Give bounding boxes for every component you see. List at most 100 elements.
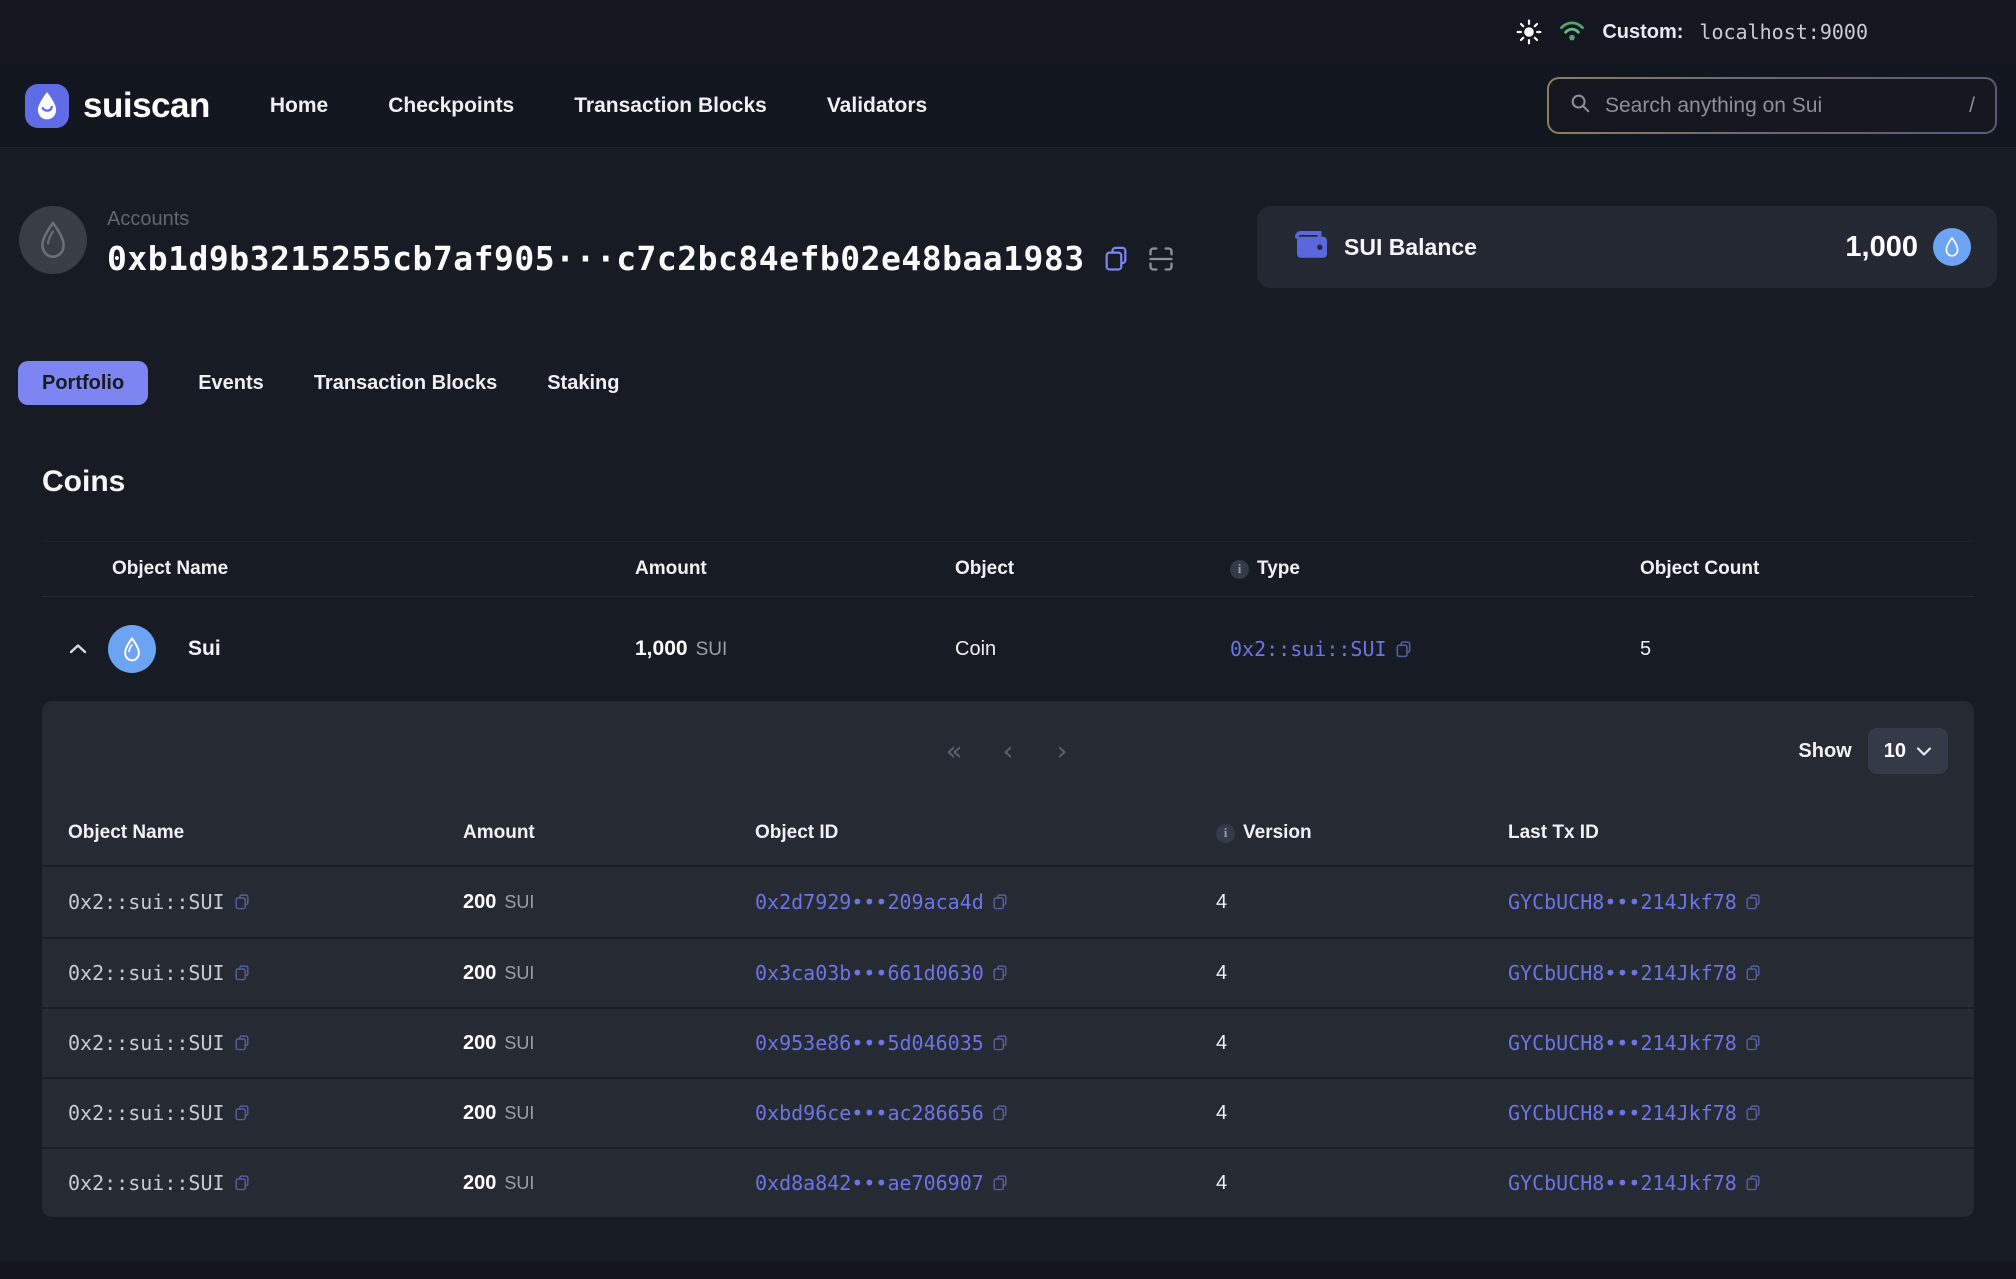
col-amount: Amount: [463, 822, 755, 844]
version-cell: 4: [1216, 962, 1508, 985]
suiscan-logo-icon: [25, 84, 69, 128]
show-label: Show: [1798, 740, 1851, 763]
sui-token-icon: [108, 625, 156, 673]
coin-object-kind: Coin: [955, 638, 1230, 661]
col-last-tx-id: Last Tx ID: [1508, 822, 1948, 844]
object-row: 0x2::sui::SUI 200SUI 0x2d7929•••209aca4d…: [42, 867, 1974, 937]
coin-object-count: 5: [1640, 638, 1974, 661]
col-object-id: Object ID: [755, 822, 1216, 844]
col-object-name: Object Name: [68, 822, 463, 844]
version-cell: 4: [1216, 891, 1508, 914]
network-endpoint[interactable]: localhost:9000: [1699, 20, 1868, 44]
pagination-prev-button[interactable]: ‹: [996, 736, 1020, 767]
tab-staking[interactable]: Staking: [547, 361, 619, 405]
objects-table-header: Object Name Amount Object ID i Version L…: [42, 801, 1974, 867]
wallet-icon: [1292, 227, 1332, 268]
copy-icon: [992, 1174, 1008, 1192]
copy-icon: [234, 1104, 250, 1122]
network-mode-label: Custom:: [1602, 21, 1683, 44]
pagination-bar: « ‹ › Show 10: [42, 701, 1974, 801]
object-name-cell[interactable]: 0x2::sui::SUI: [68, 1031, 463, 1055]
coin-amount-unit: SUI: [696, 639, 728, 660]
coin-row-sui[interactable]: Sui 1,000 SUI Coin 0x2::sui::SUI 5: [42, 597, 1974, 701]
amount-cell: 200: [463, 1102, 496, 1124]
last-tx-link[interactable]: GYCbUCH8•••214Jkf78: [1508, 1171, 1948, 1195]
coin-objects-panel: « ‹ › Show 10 Object Name Amount Object …: [42, 701, 1974, 1217]
coin-name: Sui: [188, 637, 221, 661]
col-object-count: Object Count: [1640, 558, 1974, 580]
object-id-link[interactable]: 0x3ca03b•••661d0630: [755, 961, 1216, 985]
object-name-cell[interactable]: 0x2::sui::SUI: [68, 961, 463, 985]
last-tx-link[interactable]: GYCbUCH8•••214Jkf78: [1508, 890, 1948, 914]
search-shortcut-hint: /: [1969, 94, 1975, 118]
object-id-link[interactable]: 0x953e86•••5d046035: [755, 1031, 1216, 1055]
copy-icon: [234, 964, 250, 982]
copy-icon: [992, 1034, 1008, 1052]
nav-item-home[interactable]: Home: [270, 94, 328, 118]
tab-portfolio[interactable]: Portfolio: [18, 361, 148, 405]
account-address[interactable]: 0xb1d9b3215255cb7af905···c7c2bc84efb02e4…: [107, 239, 1085, 278]
object-id-link[interactable]: 0x2d7929•••209aca4d: [755, 890, 1216, 914]
object-name-cell[interactable]: 0x2::sui::SUI: [68, 1101, 463, 1125]
account-avatar-drop-icon: [19, 206, 87, 274]
version-info-icon[interactable]: i: [1216, 824, 1235, 843]
account-block: Accounts 0xb1d9b3215255cb7af905···c7c2bc…: [19, 206, 1175, 278]
network-status-wifi-icon[interactable]: [1558, 17, 1586, 48]
object-name-cell[interactable]: 0x2::sui::SUI: [68, 1171, 463, 1195]
pagination-next-button[interactable]: ›: [1050, 736, 1074, 767]
copy-icon: [1745, 893, 1761, 911]
object-row: 0x2::sui::SUI 200SUI 0x953e86•••5d046035…: [42, 1007, 1974, 1077]
copy-address-icon[interactable]: [1103, 245, 1129, 273]
col-object-name: Object Name: [42, 558, 635, 580]
last-tx-link[interactable]: GYCbUCH8•••214Jkf78: [1508, 1031, 1948, 1055]
account-tabs: Portfolio Events Transaction Blocks Stak…: [0, 361, 2016, 405]
footer-strip: [0, 1262, 2016, 1279]
nav-items: Home Checkpoints Transaction Blocks Vali…: [270, 94, 927, 118]
last-tx-link[interactable]: GYCbUCH8•••214Jkf78: [1508, 961, 1948, 985]
coin-type-link[interactable]: 0x2::sui::SUI: [1230, 637, 1640, 661]
version-cell: 4: [1216, 1032, 1508, 1055]
object-row: 0x2::sui::SUI 200SUI 0x3ca03b•••661d0630…: [42, 937, 1974, 1007]
search-box-border: /: [1547, 77, 1997, 134]
object-id-link[interactable]: 0xbd96ce•••ac286656: [755, 1101, 1216, 1125]
copy-icon: [234, 1034, 250, 1052]
copy-icon: [992, 893, 1008, 911]
page-size-select[interactable]: 10: [1868, 728, 1948, 774]
theme-toggle-sun-icon[interactable]: [1516, 19, 1542, 45]
copy-icon: [1745, 1034, 1761, 1052]
search-input[interactable]: [1605, 94, 1955, 118]
version-cell: 4: [1216, 1172, 1508, 1195]
copy-icon: [234, 1174, 250, 1192]
nav-item-transaction-blocks[interactable]: Transaction Blocks: [574, 94, 767, 118]
object-row: 0x2::sui::SUI 200SUI 0xd8a842•••ae706907…: [42, 1147, 1974, 1217]
amount-cell: 200: [463, 891, 496, 913]
main-navbar: suiscan Home Checkpoints Transaction Blo…: [0, 64, 2016, 148]
copy-icon: [1745, 1104, 1761, 1122]
last-tx-link[interactable]: GYCbUCH8•••214Jkf78: [1508, 1101, 1948, 1125]
brand-name: suiscan: [83, 86, 210, 126]
sui-balance-value: 1,000: [1845, 231, 1918, 264]
tab-transaction-blocks[interactable]: Transaction Blocks: [314, 361, 497, 405]
search-icon: [1569, 92, 1591, 119]
pagination-first-button[interactable]: «: [942, 736, 966, 767]
copy-icon: [1745, 964, 1761, 982]
chevron-down-icon: [1916, 746, 1932, 757]
account-hero: Accounts 0xb1d9b3215255cb7af905···c7c2bc…: [0, 148, 2016, 288]
coin-amount: 1,000: [635, 637, 688, 660]
collapse-chevron-up-icon[interactable]: [68, 642, 88, 656]
brand-logo[interactable]: suiscan: [25, 84, 210, 128]
qr-scan-icon[interactable]: [1147, 245, 1175, 273]
object-id-link[interactable]: 0xd8a842•••ae706907: [755, 1171, 1216, 1195]
col-amount: Amount: [635, 558, 955, 580]
tab-events[interactable]: Events: [198, 361, 264, 405]
coins-title: Coins: [42, 465, 1974, 499]
type-info-icon[interactable]: i: [1230, 560, 1249, 579]
nav-item-checkpoints[interactable]: Checkpoints: [388, 94, 514, 118]
copy-icon: [234, 893, 250, 911]
nav-item-validators[interactable]: Validators: [827, 94, 927, 118]
amount-cell: 200: [463, 1172, 496, 1194]
search-box[interactable]: /: [1549, 79, 1995, 132]
amount-cell: 200: [463, 1032, 496, 1054]
copy-icon: [992, 1104, 1008, 1122]
object-name-cell[interactable]: 0x2::sui::SUI: [68, 890, 463, 914]
